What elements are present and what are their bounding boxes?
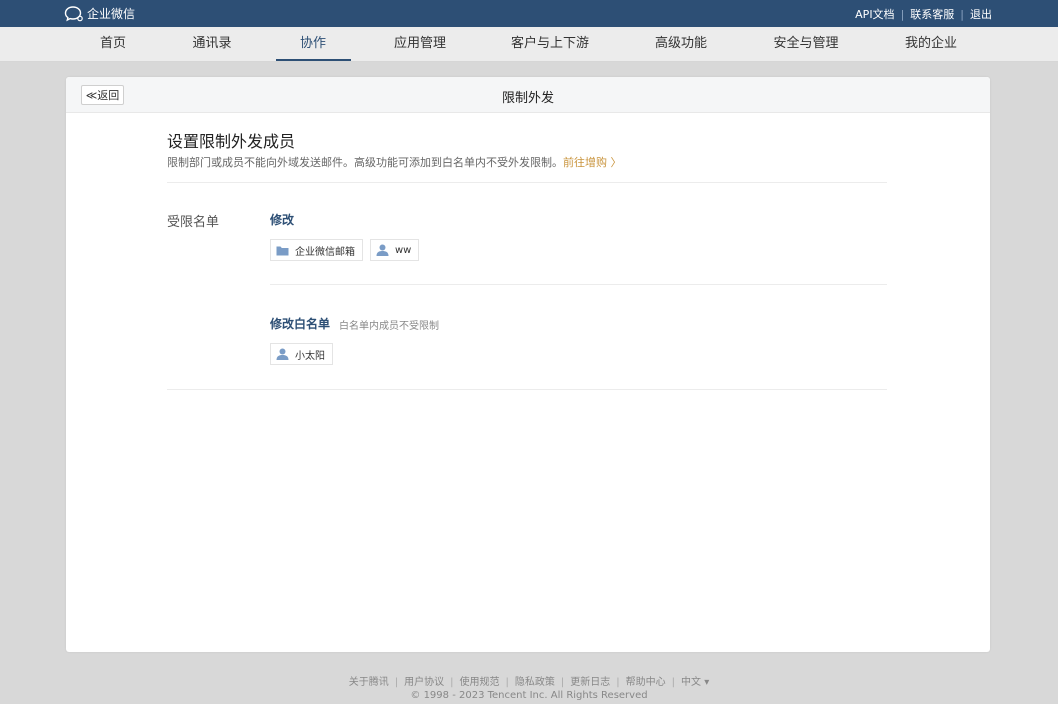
separator: |	[560, 677, 565, 688]
tab-app-management[interactable]: 应用管理	[394, 27, 446, 62]
edit-restricted-link[interactable]: 修改	[270, 211, 294, 228]
top-links: API文档 | 联系客服 | 退出	[855, 6, 992, 22]
member-chip: ww	[370, 239, 420, 261]
footer-rules-link[interactable]: 使用规范	[460, 677, 500, 688]
separator: |	[616, 677, 620, 688]
footer-privacy-link[interactable]: 隐私政策	[515, 677, 555, 688]
main-nav: 首页 通讯录 协作 应用管理 客户与上下游 高级功能 安全与管理 我的企业	[0, 27, 1058, 62]
footer-changelog-link[interactable]: 更新日志	[570, 677, 610, 688]
copyright: © 1998 - 2023 Tencent Inc. All Rights Re…	[410, 690, 648, 701]
restricted-list-label: 受限名单	[167, 215, 220, 230]
tab-my-company[interactable]: 我的企业	[905, 27, 957, 62]
contact-support-link[interactable]: 联系客服	[910, 6, 954, 22]
department-chip: 企业微信邮箱	[270, 239, 363, 261]
active-tab-indicator	[276, 59, 351, 61]
whitelist-member-chip: 小太阳	[270, 343, 333, 365]
content-card: ≪返回 限制外发 设置限制外发成员 限制部门或成员不能向外域发送邮件。高级功能可…	[66, 77, 990, 652]
tab-contacts[interactable]: 通讯录	[192, 27, 231, 62]
api-docs-link[interactable]: API文档	[855, 6, 894, 22]
footer-about-link[interactable]: 关于腾讯	[349, 677, 389, 688]
separator: |	[671, 677, 676, 688]
footer-links: 关于腾讯 | 用户协议 | 使用规范 | 隐私政策 | 更新日志 | 帮助中心 | 中文 ▾	[0, 673, 1058, 688]
logout-link[interactable]: 退出	[970, 6, 992, 22]
user-icon	[276, 348, 289, 360]
user-icon	[376, 244, 389, 256]
chip-label: 企业微信邮箱	[295, 246, 355, 258]
wecom-logo[interactable]: 企业微信	[64, 4, 135, 22]
divider	[167, 389, 887, 390]
language-selector[interactable]: 中文 ▾	[681, 677, 709, 688]
edit-whitelist-link[interactable]: 修改白名单	[270, 315, 330, 332]
tab-collaboration[interactable]: 协作	[300, 27, 326, 62]
chip-label: ww	[395, 244, 412, 256]
separator: |	[505, 677, 509, 688]
separator: |	[960, 7, 964, 21]
separator: |	[900, 7, 905, 21]
section-description: 限制部门或成员不能向外域发送邮件。高级功能可添加到白名单内不受外发限制。前往增购…	[167, 154, 622, 170]
tab-home[interactable]: 首页	[100, 27, 126, 62]
card-header: ≪返回 限制外发	[66, 77, 990, 113]
section-title: 设置限制外发成员	[167, 132, 296, 151]
page-title: 限制外发	[501, 91, 554, 106]
divider	[167, 182, 887, 183]
folder-icon	[276, 246, 289, 255]
footer-agreement-link[interactable]: 用户协议	[404, 677, 444, 688]
chip-label: 小太阳	[295, 350, 325, 362]
footer-help-link[interactable]: 帮助中心	[626, 677, 666, 688]
separator: |	[450, 677, 454, 688]
separator: |	[394, 677, 399, 688]
tab-security[interactable]: 安全与管理	[773, 27, 838, 62]
chat-bubble-icon	[64, 5, 83, 21]
top-bar: 企业微信 API文档 | 联系客服 | 退出	[0, 0, 1058, 27]
divider	[270, 284, 887, 285]
whitelist-hint: 白名单内成员不受限制	[339, 321, 439, 332]
logo-text: 企业微信	[87, 6, 136, 21]
tab-advanced[interactable]: 高级功能	[655, 27, 707, 62]
upgrade-link[interactable]: 前往增购 〉	[563, 156, 622, 169]
description-text: 限制部门或成员不能向外域发送邮件。高级功能可添加到白名单内不受外发限制。	[167, 156, 563, 169]
tab-customers[interactable]: 客户与上下游	[511, 27, 589, 62]
